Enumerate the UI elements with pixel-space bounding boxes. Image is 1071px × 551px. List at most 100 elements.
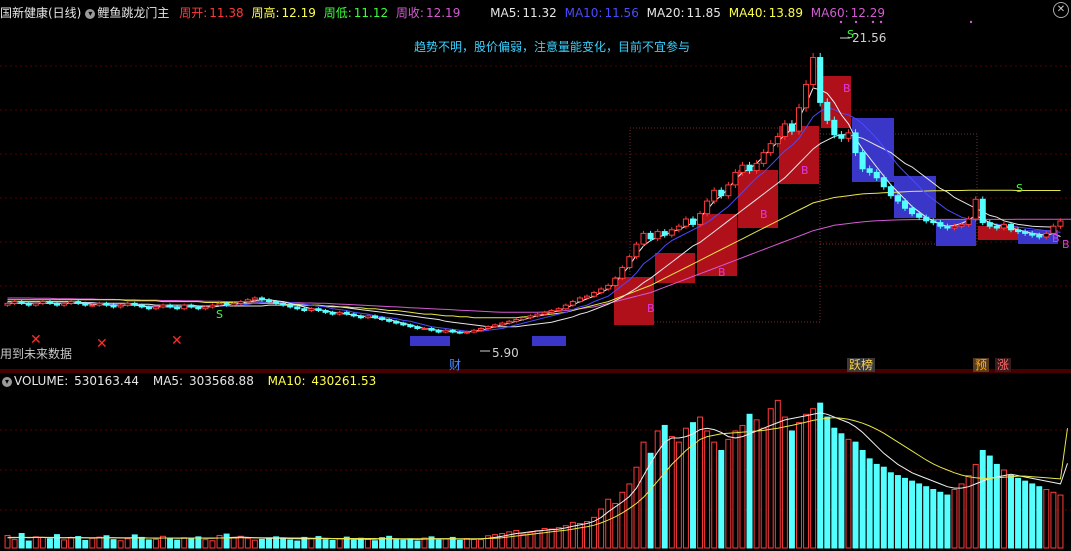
candlestick-chart[interactable]: BBBBBBBSSS✕ ✕ ✕ (0, 0, 1071, 551)
candle-body (866, 168, 873, 173)
candle-body (1043, 232, 1050, 238)
candle-body (598, 288, 605, 294)
volume-bar (470, 538, 477, 549)
volume-bar (541, 528, 548, 549)
candle-body (633, 243, 640, 258)
volume-bar (520, 533, 527, 549)
event-badge-ranking[interactable]: 跃榜 (847, 358, 876, 372)
candle-body (463, 331, 470, 334)
volume-bar (25, 540, 32, 549)
candle-body (548, 310, 555, 313)
candle-body (803, 83, 810, 109)
volume-bar (944, 494, 951, 549)
volume-bar (124, 538, 131, 549)
candle-body (689, 218, 697, 225)
volume-bar (18, 533, 25, 549)
volume-bar (852, 441, 859, 549)
candle-body (280, 302, 287, 306)
candle-body (25, 302, 32, 306)
candle-body (831, 119, 838, 136)
candle-body (470, 329, 477, 333)
volume-bar (704, 430, 711, 549)
volume-ma10-line (7, 417, 1068, 540)
candle-body (1057, 220, 1064, 227)
candle-body (287, 304, 294, 308)
candle-body (838, 134, 845, 139)
candle-body (110, 304, 117, 308)
volume-bar (167, 537, 174, 549)
candle-body (612, 277, 619, 286)
volume-bar (796, 422, 802, 549)
candle-body (329, 311, 336, 315)
event-badge-finance[interactable]: 财 (447, 358, 463, 372)
buy-marker: B (1062, 238, 1070, 251)
candle-body (209, 304, 216, 308)
signal-dot (839, 20, 843, 24)
volume-bar (223, 533, 230, 549)
volume-bar (336, 538, 343, 549)
candle-body (393, 320, 400, 324)
indicator-up-box (738, 170, 778, 228)
volume-bar (838, 433, 845, 549)
chevron-down-icon[interactable]: ▾ (2, 376, 12, 387)
volume-bar (866, 458, 873, 549)
volume-bar (46, 538, 53, 549)
candle-body (244, 299, 251, 303)
candle-body (746, 164, 753, 172)
candle-body (647, 232, 654, 240)
volume-bar (280, 538, 287, 549)
candle-body (887, 186, 894, 197)
candle-body (477, 327, 485, 331)
candle-body (894, 195, 901, 202)
volume-bar (930, 489, 937, 549)
volume-bar (209, 540, 216, 549)
volume-bar (407, 538, 414, 549)
ma60-line (7, 218, 1071, 313)
volume-bar (824, 416, 831, 549)
candle-body (230, 302, 237, 306)
volume-bar (456, 539, 463, 549)
volume-bar (435, 539, 442, 549)
candle-body (4, 302, 11, 306)
candle-body (1022, 231, 1029, 234)
candle-body (343, 311, 350, 315)
volume-bar (138, 536, 145, 549)
candle-body (534, 313, 541, 317)
volume-bar (329, 539, 336, 549)
volume-bar (788, 430, 795, 549)
volume-bar (96, 536, 103, 549)
candle-body (520, 317, 527, 320)
event-badge-forecast[interactable]: 预 (973, 358, 990, 372)
candle-body (61, 302, 68, 306)
volume-bar (75, 536, 82, 549)
candle-body (682, 218, 689, 227)
candle-body (96, 302, 103, 306)
volume-bar (725, 438, 732, 549)
volume-bar (372, 540, 378, 549)
candle-body (569, 301, 576, 306)
volume-bar (1043, 489, 1050, 549)
volume-bar (181, 537, 188, 549)
candle-body (668, 229, 675, 236)
signal-dot (969, 20, 973, 24)
buy-marker: B (718, 266, 726, 279)
x-mark-icon: ✕ (171, 333, 183, 349)
volume-ma10-readout: MA10: 430261.53 (267, 374, 377, 388)
volume-bar (82, 539, 89, 549)
volume-bar (386, 535, 393, 549)
volume-bar (781, 416, 788, 549)
candle-body (188, 304, 195, 308)
candle-body (371, 315, 379, 319)
volume-bar (972, 463, 979, 549)
candle-body (810, 57, 817, 85)
candle-body (859, 152, 866, 170)
event-badge-rise[interactable]: 涨 (995, 358, 1012, 372)
signal-dot (871, 20, 875, 24)
volume-bar (647, 452, 654, 549)
candle-body (442, 329, 449, 333)
candle-body (485, 326, 492, 329)
volume-bar (682, 427, 689, 549)
candle-body (944, 225, 951, 229)
candle-body (619, 266, 626, 279)
volume-bar (1015, 477, 1022, 549)
